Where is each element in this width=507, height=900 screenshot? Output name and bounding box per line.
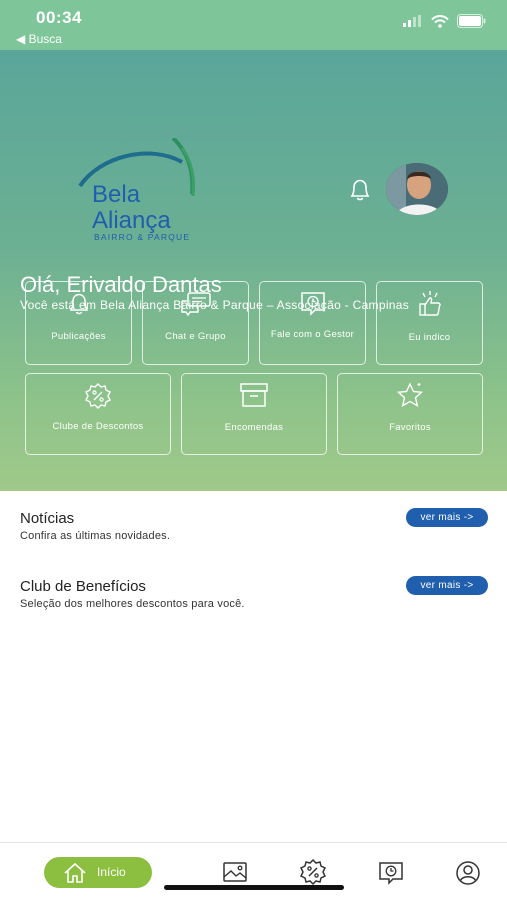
notifications-bell-button[interactable]	[346, 176, 374, 209]
tile-favoritos[interactable]: Favoritos	[337, 373, 483, 455]
bela-alianca-logo: Bela Aliança BAIRRO & PARQUE	[70, 136, 220, 253]
status-bar: 00:34 ◀ Busca	[0, 0, 507, 50]
bell-icon	[350, 179, 370, 201]
status-time: 00:34	[36, 8, 82, 27]
discount-badge-icon	[299, 858, 327, 886]
wifi-icon	[431, 14, 449, 28]
tile-label: Fale com o Gestor	[270, 329, 355, 340]
thumbs-up-icon	[418, 291, 441, 316]
svg-text:Aliança: Aliança	[92, 207, 171, 234]
tile-label: Eu indico	[408, 332, 451, 343]
bottom-navigation: Início	[0, 842, 507, 900]
user-avatar[interactable]	[386, 163, 448, 215]
tile-label: Chat e Grupo	[165, 331, 226, 342]
svg-text:BAIRRO & PARQUE: BAIRRO & PARQUE	[94, 232, 190, 242]
tile-label: Favoritos	[389, 422, 431, 433]
news-section: Notícias Confira as últimas novidades. v…	[20, 508, 490, 542]
home-indicator[interactable]	[164, 885, 344, 890]
tile-fale-com-o-gestor[interactable]: Fale com o Gestor	[259, 281, 366, 365]
nav-home-label: Início	[97, 865, 126, 879]
nav-home-button[interactable]: Início	[44, 857, 152, 888]
user-profile-icon	[456, 861, 480, 885]
discount-badge-icon	[85, 383, 111, 409]
benefits-section: Club de Benefícios Seleção dos melhores …	[20, 576, 490, 610]
tile-encomendas[interactable]: Encomendas	[181, 373, 327, 455]
tile-clube-de-descontos[interactable]: Clube de Descontos	[25, 373, 171, 455]
clock-message-icon	[379, 862, 403, 885]
section-subtitle: Confira as últimas novidades.	[20, 530, 171, 542]
tile-publicacoes[interactable]: Publicações	[25, 281, 132, 365]
tile-label: Encomendas	[224, 422, 284, 433]
back-to-search-link[interactable]: ◀ Busca	[16, 32, 62, 46]
signal-icon	[403, 15, 421, 27]
image-gallery-icon	[223, 862, 247, 882]
news-see-more-button[interactable]: ver mais ->	[406, 508, 488, 527]
hero-header: Bela Aliança BAIRRO & PARQUE Olá, Erival…	[0, 50, 507, 491]
svg-text:Bela: Bela	[92, 181, 141, 208]
tile-label: Publicações	[51, 331, 106, 342]
tile-chat-e-grupo[interactable]: Chat e Grupo	[142, 281, 249, 365]
star-icon	[396, 382, 424, 407]
home-icon	[64, 862, 86, 883]
clock-message-icon	[300, 292, 325, 316]
benefits-see-more-button[interactable]: ver mais ->	[406, 576, 488, 595]
tile-eu-indico[interactable]: Eu indico	[376, 281, 483, 365]
bell-icon	[69, 293, 88, 315]
package-box-icon	[240, 383, 268, 407]
chat-icon	[180, 292, 211, 317]
tile-label: Clube de Descontos	[52, 421, 144, 432]
nav-messages-button[interactable]	[377, 860, 405, 891]
nav-profile-button[interactable]	[455, 860, 481, 891]
battery-icon	[457, 14, 486, 28]
section-subtitle: Seleção dos melhores descontos para você…	[20, 598, 245, 610]
